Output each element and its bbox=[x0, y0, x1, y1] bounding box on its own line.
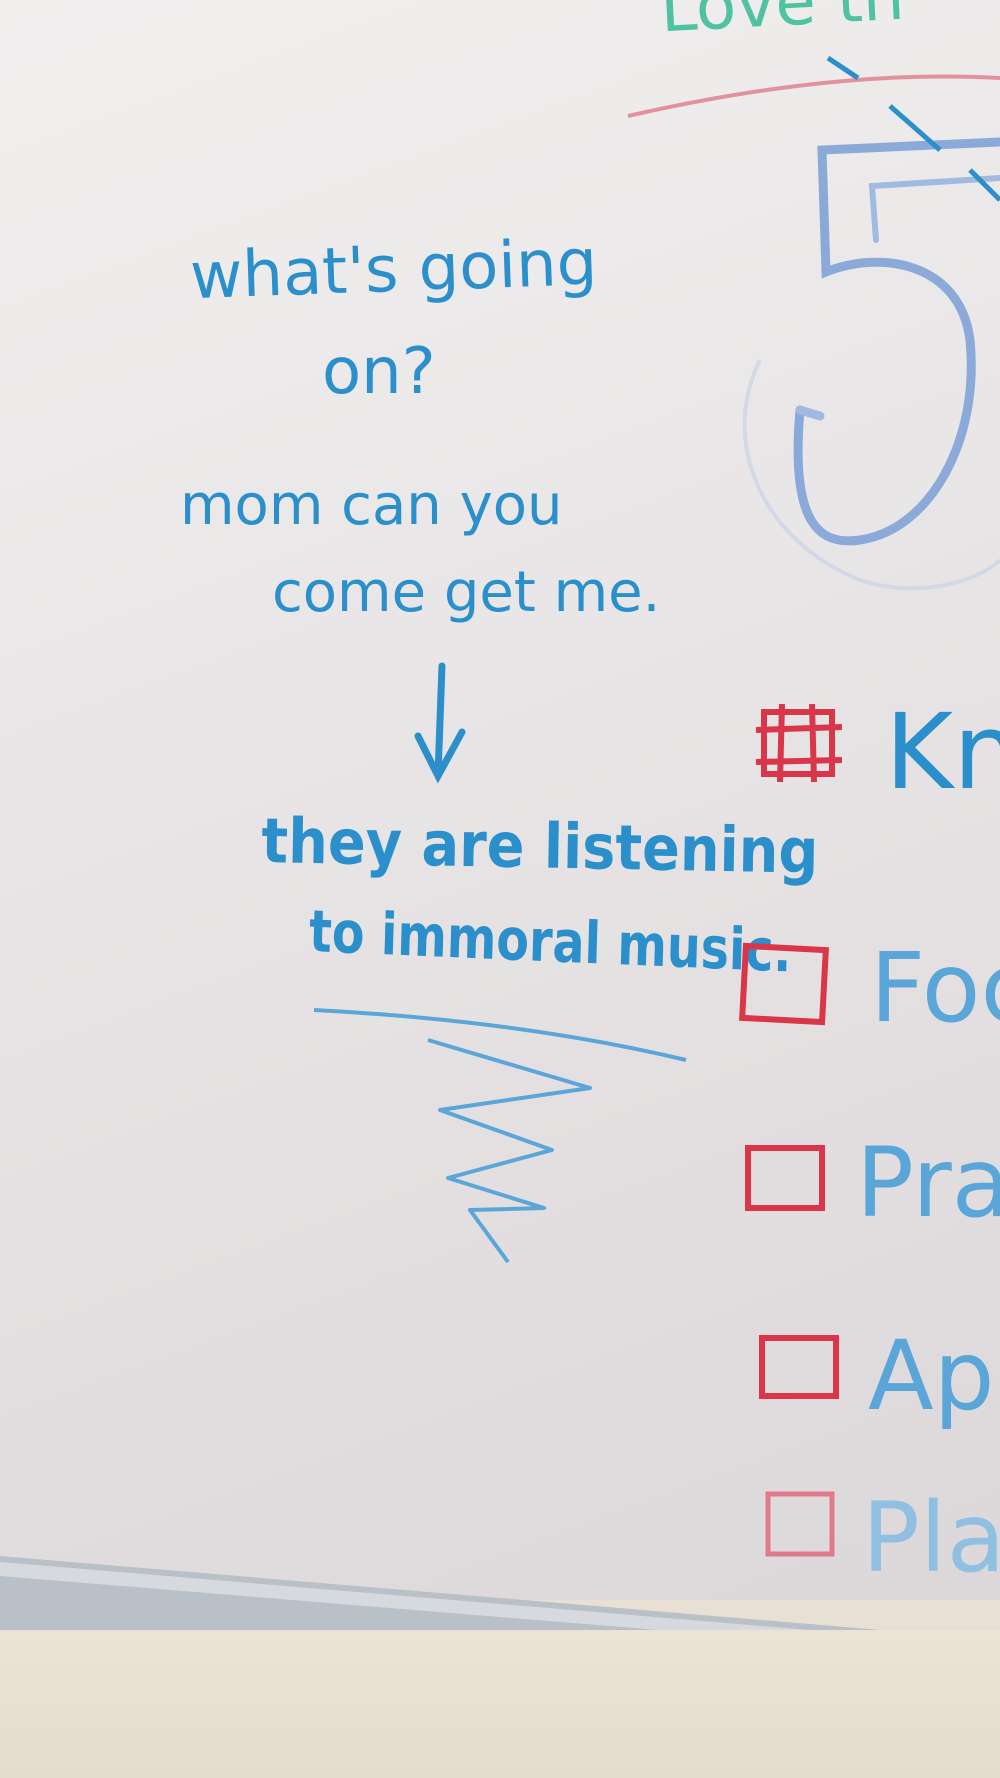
down-arrow-icon bbox=[414, 662, 466, 784]
checkbox-2 bbox=[739, 942, 829, 1026]
zigzag-scribble bbox=[427, 1038, 592, 1264]
marker-strokes bbox=[0, 55, 1000, 1720]
checkbox-4 bbox=[759, 1335, 839, 1399]
red-stroke-top bbox=[627, 74, 1000, 118]
checkbox-5 bbox=[765, 1491, 835, 1557]
underline-stroke bbox=[313, 1008, 687, 1062]
wall bbox=[0, 1630, 1000, 1778]
big-number-five bbox=[793, 137, 1000, 546]
faint-circle bbox=[742, 359, 1000, 591]
checkbox-1-checked bbox=[755, 703, 843, 783]
checkbox-3 bbox=[745, 1145, 825, 1211]
photo-scene: Love th what's going on? mom can you com… bbox=[0, 0, 1000, 1778]
